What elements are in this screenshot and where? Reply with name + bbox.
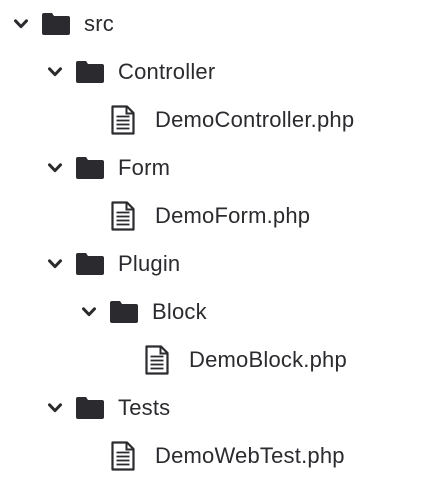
tree-item-label: Form bbox=[118, 155, 171, 180]
tree-item-label: DemoForm.php bbox=[155, 203, 311, 228]
tree-item-label: DemoController.php bbox=[155, 107, 355, 132]
folder-icon bbox=[76, 157, 104, 179]
tree-folder-src[interactable]: src bbox=[0, 0, 426, 48]
tree-folder-plugin[interactable]: Plugin bbox=[0, 240, 426, 288]
folder-icon bbox=[42, 13, 70, 35]
chevron-down-icon[interactable] bbox=[48, 257, 62, 271]
folder-icon bbox=[76, 253, 104, 275]
tree-item-label: DemoWebTest.php bbox=[155, 443, 345, 468]
tree-item-label: src bbox=[84, 11, 114, 36]
file-icon bbox=[111, 105, 135, 135]
file-icon bbox=[111, 201, 135, 231]
tree-folder-block[interactable]: Block bbox=[0, 288, 426, 336]
tree-folder-form[interactable]: Form bbox=[0, 144, 426, 192]
tree-item-label: DemoBlock.php bbox=[189, 347, 347, 372]
tree-item-label: Tests bbox=[118, 395, 171, 420]
tree-folder-controller[interactable]: Controller bbox=[0, 48, 426, 96]
file-icon bbox=[111, 441, 135, 471]
tree-file-demowebtest[interactable]: DemoWebTest.php bbox=[0, 432, 426, 480]
chevron-down-icon[interactable] bbox=[48, 401, 62, 415]
tree-folder-tests[interactable]: Tests bbox=[0, 384, 426, 432]
file-tree: src Controller DemoController.php Form D… bbox=[0, 0, 426, 486]
chevron-down-icon[interactable] bbox=[48, 161, 62, 175]
chevron-down-icon[interactable] bbox=[48, 65, 62, 79]
chevron-down-icon[interactable] bbox=[82, 305, 96, 319]
folder-icon bbox=[76, 397, 104, 419]
folder-icon bbox=[110, 301, 138, 323]
tree-file-democontroller[interactable]: DemoController.php bbox=[0, 96, 426, 144]
chevron-down-icon[interactable] bbox=[14, 17, 28, 31]
tree-file-demoform[interactable]: DemoForm.php bbox=[0, 192, 426, 240]
tree-file-demoblock[interactable]: DemoBlock.php bbox=[0, 336, 426, 384]
file-icon bbox=[145, 345, 169, 375]
tree-item-label: Controller bbox=[118, 59, 216, 84]
tree-item-label: Plugin bbox=[118, 251, 181, 276]
tree-item-label: Block bbox=[152, 299, 207, 324]
folder-icon bbox=[76, 61, 104, 83]
